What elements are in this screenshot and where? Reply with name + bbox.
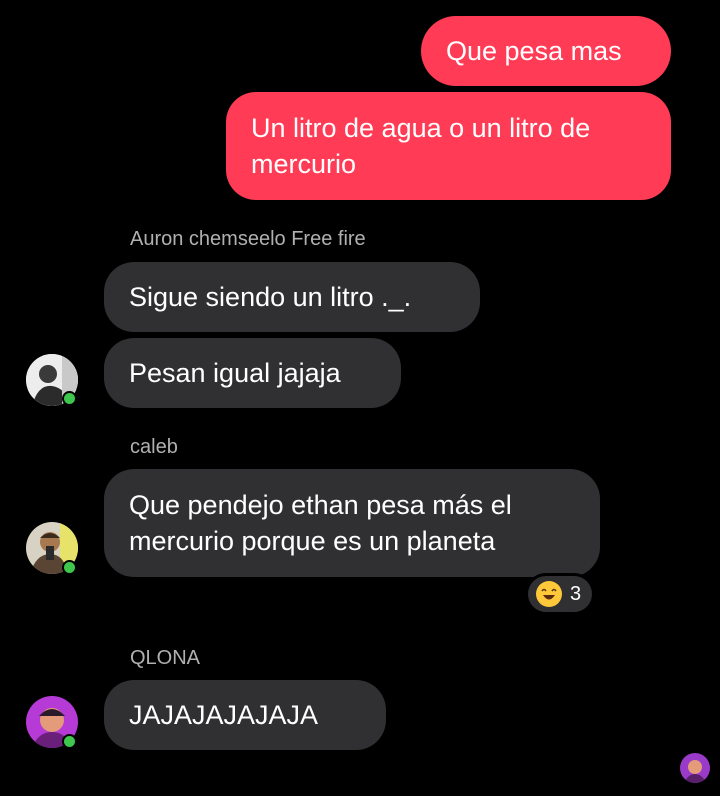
message-text: Sigue siendo un litro ._. bbox=[129, 282, 412, 312]
message-text-line: mercurio porque es un planeta bbox=[129, 526, 496, 556]
laughing-face-icon bbox=[536, 581, 562, 607]
message-text: JAJAJAJAJAJA bbox=[129, 700, 319, 730]
message-reaction[interactable]: 3 bbox=[525, 573, 595, 615]
message-text: Pesan igual jajaja bbox=[129, 358, 341, 388]
sender-name: Auron chemseelo Free fire bbox=[130, 228, 366, 250]
online-status-dot bbox=[62, 734, 77, 749]
seen-by-avatar bbox=[680, 753, 710, 783]
outgoing-message[interactable]: Que pesa mas bbox=[421, 16, 671, 86]
online-status-dot bbox=[62, 391, 77, 406]
incoming-message[interactable]: JAJAJAJAJAJA bbox=[104, 680, 386, 750]
message-text: Que pesa mas bbox=[446, 36, 622, 66]
incoming-message[interactable]: Sigue siendo un litro ._. bbox=[104, 262, 480, 332]
person-photo-icon bbox=[680, 753, 710, 783]
sender-name: caleb bbox=[130, 436, 178, 458]
incoming-message[interactable]: Que pendejo ethan pesa más el mercurio p… bbox=[104, 469, 600, 577]
outgoing-message[interactable]: Un litro de agua o un litro de mercurio bbox=[226, 92, 671, 200]
message-text-line: Que pendejo ethan pesa más el bbox=[129, 490, 512, 520]
message-text-line: mercurio bbox=[251, 149, 357, 179]
reaction-count: 3 bbox=[570, 582, 582, 605]
incoming-message[interactable]: Pesan igual jajaja bbox=[104, 338, 401, 408]
sender-name: QLONA bbox=[130, 647, 201, 669]
online-status-dot bbox=[62, 560, 77, 575]
message-text-line: Un litro de agua o un litro de bbox=[251, 113, 591, 143]
